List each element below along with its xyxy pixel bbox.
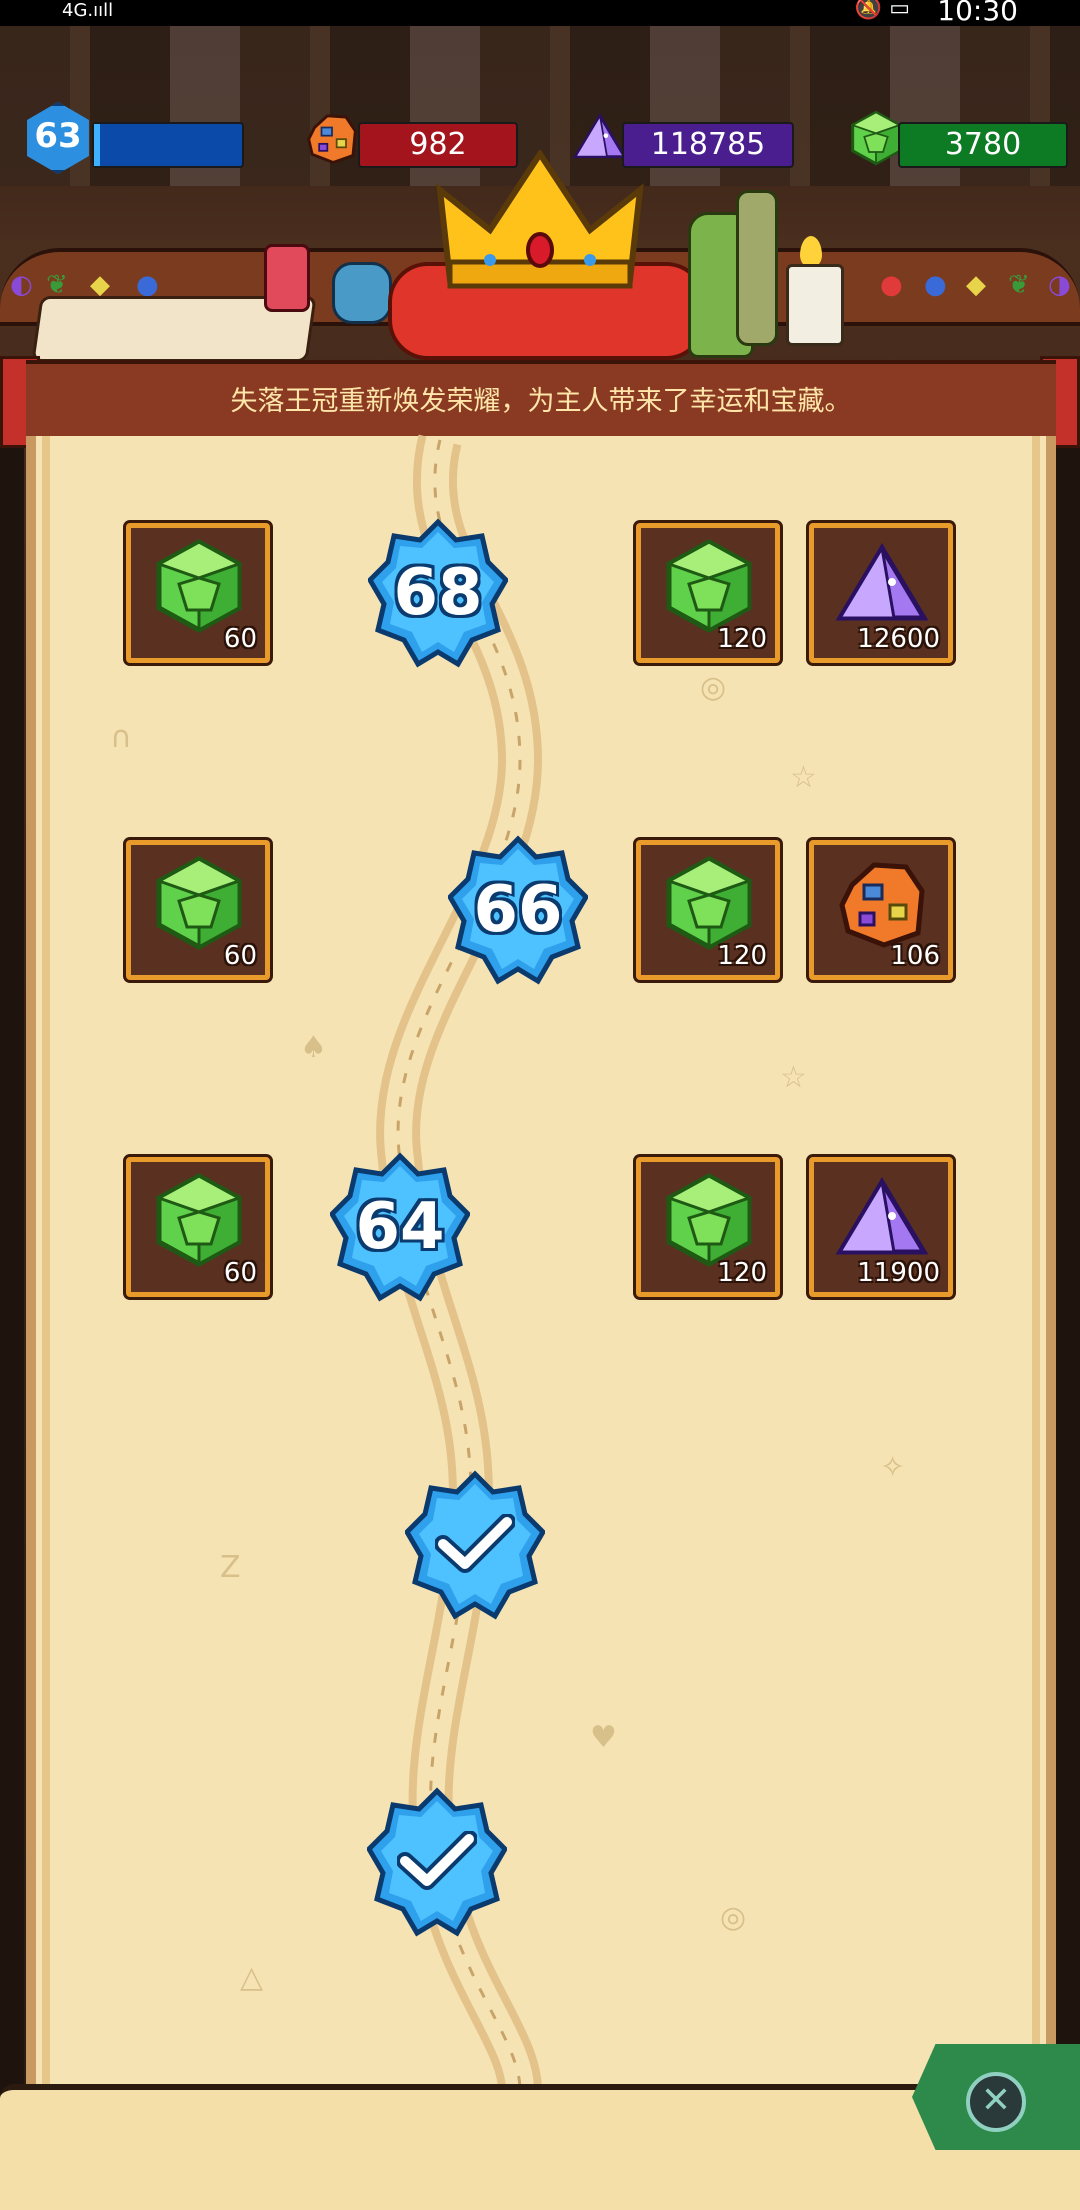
- premium-reward-tile[interactable]: 120: [636, 523, 780, 663]
- reward-amount: 60: [223, 624, 257, 654]
- green-gem-icon: [151, 855, 247, 951]
- green-gem-icon: [661, 855, 757, 951]
- green-gem-icon: [661, 538, 757, 634]
- reward-amount: 106: [890, 941, 940, 971]
- close-button[interactable]: ✕: [912, 2044, 1080, 2150]
- free-reward-tile[interactable]: 60: [126, 523, 270, 663]
- level-node-64[interactable]: 64: [330, 1152, 470, 1302]
- premium-reward-tile[interactable]: 106: [809, 840, 953, 980]
- checkmark-icon: [435, 1514, 515, 1573]
- green-gem-icon: [661, 1172, 757, 1268]
- reward-amount: 12600: [857, 624, 940, 654]
- reward-amount: 60: [223, 941, 257, 971]
- level-node-completed[interactable]: [367, 1787, 507, 1937]
- level-number: 68: [393, 556, 483, 630]
- winding-path: [376, 434, 543, 2092]
- premium-reward-tile[interactable]: 120: [636, 1157, 780, 1297]
- reward-amount: 120: [717, 941, 767, 971]
- free-reward-tile[interactable]: 60: [126, 1157, 270, 1297]
- level-number: 66: [473, 873, 563, 947]
- level-node-66[interactable]: 66: [448, 835, 588, 985]
- purple-crystal-icon: [834, 538, 930, 634]
- green-gem-icon: [151, 538, 247, 634]
- reward-amount: 11900: [857, 1258, 940, 1288]
- reward-amount: 120: [717, 1258, 767, 1288]
- checkmark-icon: [397, 1831, 477, 1890]
- level-number: 64: [355, 1190, 445, 1264]
- green-gem-icon: [151, 1172, 247, 1268]
- premium-reward-tile[interactable]: 11900: [809, 1157, 953, 1297]
- reward-amount: 60: [223, 1258, 257, 1288]
- premium-reward-tile[interactable]: 12600: [809, 523, 953, 663]
- level-node-68[interactable]: 68: [368, 518, 508, 668]
- level-node-completed[interactable]: [405, 1470, 545, 1620]
- free-reward-tile[interactable]: 60: [126, 840, 270, 980]
- close-icon: ✕: [966, 2072, 1026, 2132]
- premium-reward-tile[interactable]: 120: [636, 840, 780, 980]
- reward-amount: 120: [717, 624, 767, 654]
- purple-crystal-icon: [834, 1172, 930, 1268]
- ore-rock-icon: [834, 855, 930, 951]
